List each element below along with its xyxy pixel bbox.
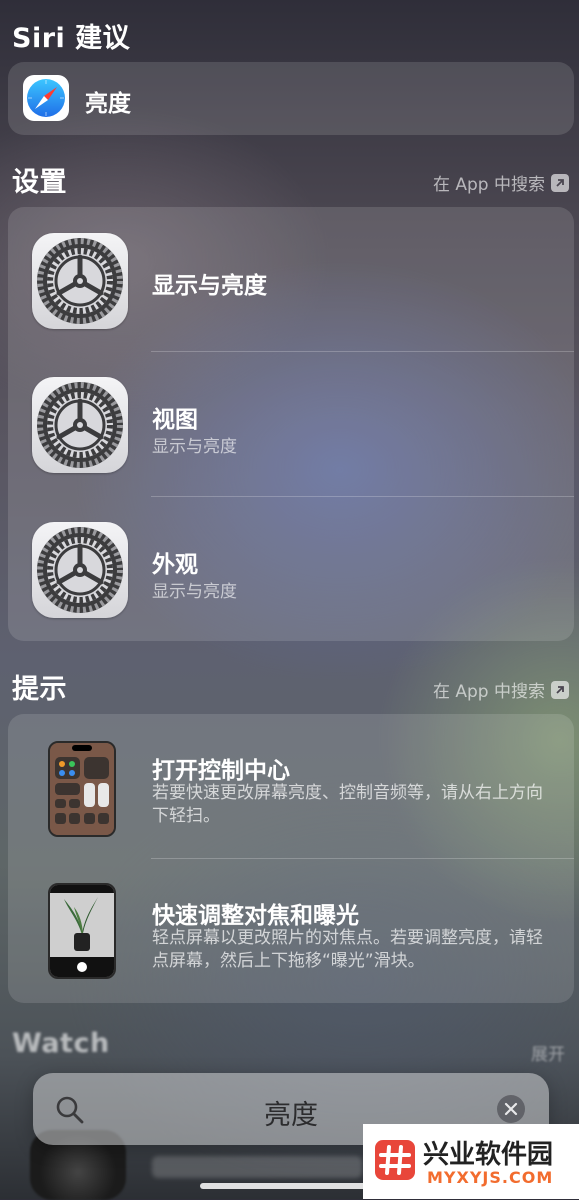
watermark-logo-icon — [375, 1140, 415, 1180]
watch-expand-button[interactable]: 展开 — [531, 1040, 565, 1065]
settings-section-title: 设置 — [12, 167, 67, 198]
settings-gear-icon — [32, 522, 128, 618]
siri-suggestions-title: Siri 建议 — [12, 23, 131, 54]
watermark-brand: 兴业软件园 — [423, 1140, 554, 1170]
settings-result-view[interactable]: 视图 显示与亮度 — [8, 352, 574, 497]
watermark-url: MYXYJS.COM — [427, 1168, 554, 1187]
settings-search-in-app-link[interactable]: 在 App 中搜索 — [433, 170, 569, 195]
safari-icon — [23, 75, 69, 121]
search-in-app-label: 在 App 中搜索 — [432, 175, 545, 195]
camera-thumbnail — [48, 883, 116, 979]
result-subtitle: 显示与亮度 — [152, 582, 237, 602]
siri-suggestion-label: 亮度 — [85, 91, 131, 117]
open-arrow-icon — [551, 173, 569, 192]
tips-results-card: 打开控制中心 若要快速更改屏幕亮度、控制音频等，请从右上方向下轻扫。 快速调整对… — [8, 714, 574, 1003]
settings-result-display-brightness[interactable]: 显示与亮度 — [8, 207, 574, 352]
watch-result-placeholder — [152, 1156, 362, 1178]
siri-suggestion-safari[interactable]: 亮度 — [8, 62, 574, 135]
tips-section-title: 提示 — [12, 674, 67, 705]
clear-search-icon[interactable] — [497, 1095, 525, 1123]
home-indicator — [200, 1183, 380, 1189]
watch-section-title: Watch — [12, 1028, 110, 1059]
control-center-thumbnail — [48, 741, 116, 837]
open-arrow-icon — [551, 680, 569, 699]
watermark: 兴业软件园 MYXYJS.COM — [363, 1124, 579, 1199]
tip-description: 若要快速更改屏幕亮度、控制音频等，请从右上方向下轻扫。 — [152, 783, 543, 826]
settings-results-card: 显示与亮度 视图 显示与亮度 外观 显示与亮度 — [8, 207, 574, 641]
settings-gear-icon — [32, 233, 128, 329]
result-title: 视图 — [152, 407, 198, 433]
settings-gear-icon — [32, 377, 128, 473]
result-subtitle: 显示与亮度 — [152, 437, 237, 457]
tip-title: 快速调整对焦和曝光 — [152, 903, 359, 929]
tips-search-in-app-link[interactable]: 在 App 中搜索 — [433, 677, 569, 702]
tip-focus-exposure[interactable]: 快速调整对焦和曝光 轻点屏幕以更改照片的对焦点。若要调整亮度，请轻点屏幕，然后上… — [8, 859, 574, 1003]
result-title: 外观 — [152, 552, 198, 578]
tip-description: 轻点屏幕以更改照片的对焦点。若要调整亮度，请轻点屏幕，然后上下拖移“曝光”滑块。 — [152, 928, 543, 971]
tip-open-control-center[interactable]: 打开控制中心 若要快速更改屏幕亮度、控制音频等，请从右上方向下轻扫。 — [8, 714, 574, 858]
result-title: 显示与亮度 — [152, 273, 267, 299]
tip-title: 打开控制中心 — [152, 758, 290, 784]
settings-result-appearance[interactable]: 外观 显示与亮度 — [8, 497, 574, 641]
search-in-app-label: 在 App 中搜索 — [432, 682, 545, 702]
